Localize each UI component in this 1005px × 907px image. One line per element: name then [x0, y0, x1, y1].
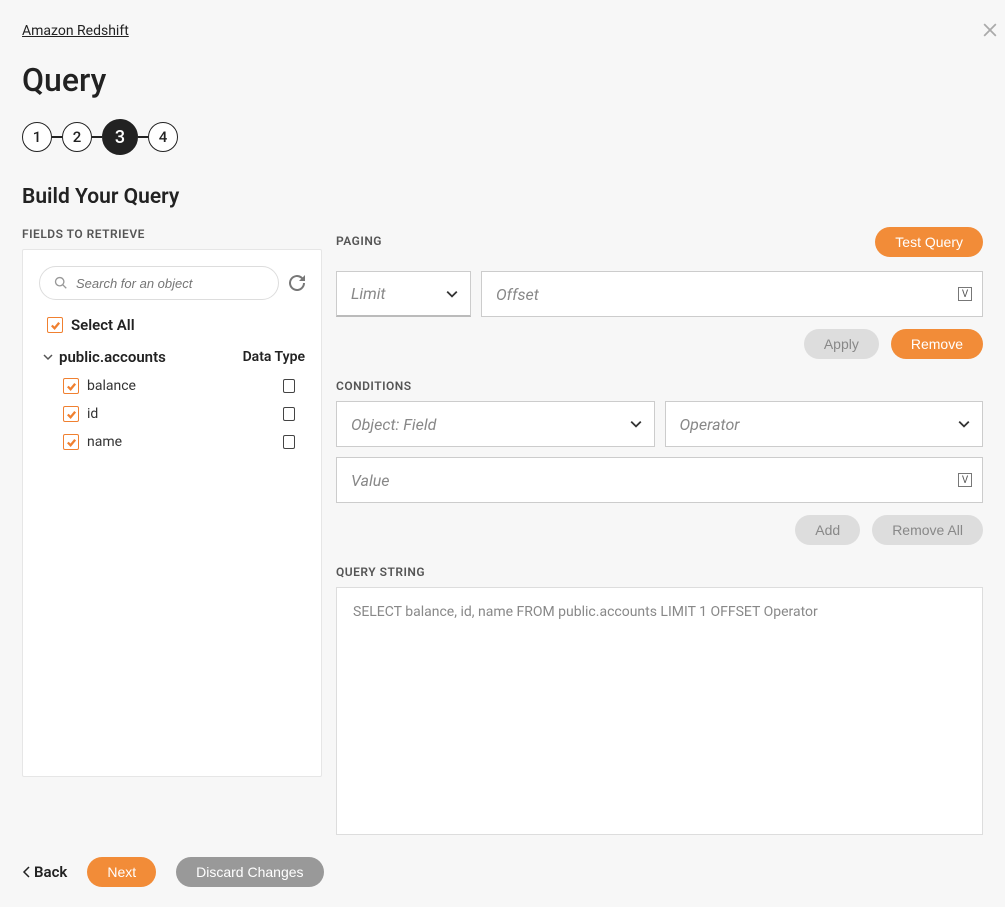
- breadcrumb[interactable]: Amazon Redshift: [22, 23, 129, 39]
- page-title: Query: [22, 61, 983, 99]
- field-row: id: [39, 406, 305, 422]
- chevron-left-icon: [22, 866, 30, 878]
- search-box[interactable]: [39, 266, 279, 300]
- offset-placeholder: Offset: [496, 285, 539, 304]
- section-title: Build Your Query: [22, 185, 983, 209]
- check-icon: [66, 437, 77, 448]
- field-name: id: [87, 406, 98, 422]
- table-name: public.accounts: [59, 348, 166, 366]
- field-name: name: [87, 434, 122, 450]
- field-checkbox-balance[interactable]: [63, 378, 79, 394]
- limit-dropdown[interactable]: Limit: [336, 271, 471, 317]
- conditions-label: Conditions: [336, 379, 983, 393]
- fields-panel: Select All public.accounts Data Type bal…: [22, 249, 322, 777]
- offset-input[interactable]: Offset V: [481, 271, 983, 317]
- chevron-down-icon: [43, 352, 53, 362]
- paging-label: Paging: [336, 234, 382, 248]
- value-placeholder: Value: [351, 471, 390, 490]
- operator-placeholder: Operator: [680, 415, 740, 434]
- step-connector: [92, 136, 102, 138]
- variable-icon[interactable]: V: [958, 287, 972, 301]
- operator-dropdown[interactable]: Operator: [665, 401, 984, 447]
- close-icon[interactable]: [983, 22, 997, 36]
- chevron-down-icon: [958, 418, 970, 430]
- type-icon: [283, 435, 295, 449]
- query-string-box[interactable]: SELECT balance, id, name FROM public.acc…: [336, 587, 983, 835]
- field-checkbox-name[interactable]: [63, 434, 79, 450]
- chevron-down-icon: [446, 288, 458, 300]
- test-query-button[interactable]: Test Query: [875, 227, 983, 257]
- step-connector: [138, 136, 148, 138]
- object-field-placeholder: Object: Field: [351, 415, 436, 434]
- type-icon: [283, 407, 295, 421]
- discard-changes-button[interactable]: Discard Changes: [176, 857, 323, 887]
- check-icon: [66, 409, 77, 420]
- next-button[interactable]: Next: [87, 857, 156, 887]
- value-input[interactable]: Value V: [336, 457, 983, 503]
- step-1[interactable]: 1: [22, 122, 52, 152]
- step-connector: [52, 136, 62, 138]
- step-4[interactable]: 4: [148, 122, 178, 152]
- refresh-icon[interactable]: [289, 275, 305, 291]
- search-icon: [54, 276, 68, 290]
- back-button[interactable]: Back: [22, 863, 67, 881]
- field-checkbox-id[interactable]: [63, 406, 79, 422]
- chevron-down-icon: [630, 418, 642, 430]
- data-type-header: Data Type: [243, 349, 305, 365]
- object-field-dropdown[interactable]: Object: Field: [336, 401, 655, 447]
- field-row: balance: [39, 378, 305, 394]
- type-icon: [283, 379, 295, 393]
- limit-placeholder: Limit: [351, 284, 386, 303]
- back-label: Back: [34, 863, 67, 881]
- search-input[interactable]: [76, 276, 264, 291]
- query-string-label: Query String: [336, 565, 983, 579]
- field-row: name: [39, 434, 305, 450]
- remove-button[interactable]: Remove: [891, 329, 983, 359]
- field-name: balance: [87, 378, 136, 394]
- table-toggle[interactable]: public.accounts: [43, 348, 166, 366]
- step-3[interactable]: 3: [102, 119, 138, 155]
- stepper: 1 2 3 4: [22, 119, 983, 155]
- check-icon: [50, 320, 61, 331]
- select-all-label: Select All: [71, 316, 135, 334]
- select-all-checkbox[interactable]: [47, 317, 63, 333]
- variable-icon[interactable]: V: [958, 473, 972, 487]
- remove-all-button[interactable]: Remove All: [872, 515, 983, 545]
- fields-label: Fields to Retrieve: [22, 227, 322, 241]
- add-button[interactable]: Add: [795, 515, 860, 545]
- step-2[interactable]: 2: [62, 122, 92, 152]
- check-icon: [66, 381, 77, 392]
- apply-button[interactable]: Apply: [804, 329, 879, 359]
